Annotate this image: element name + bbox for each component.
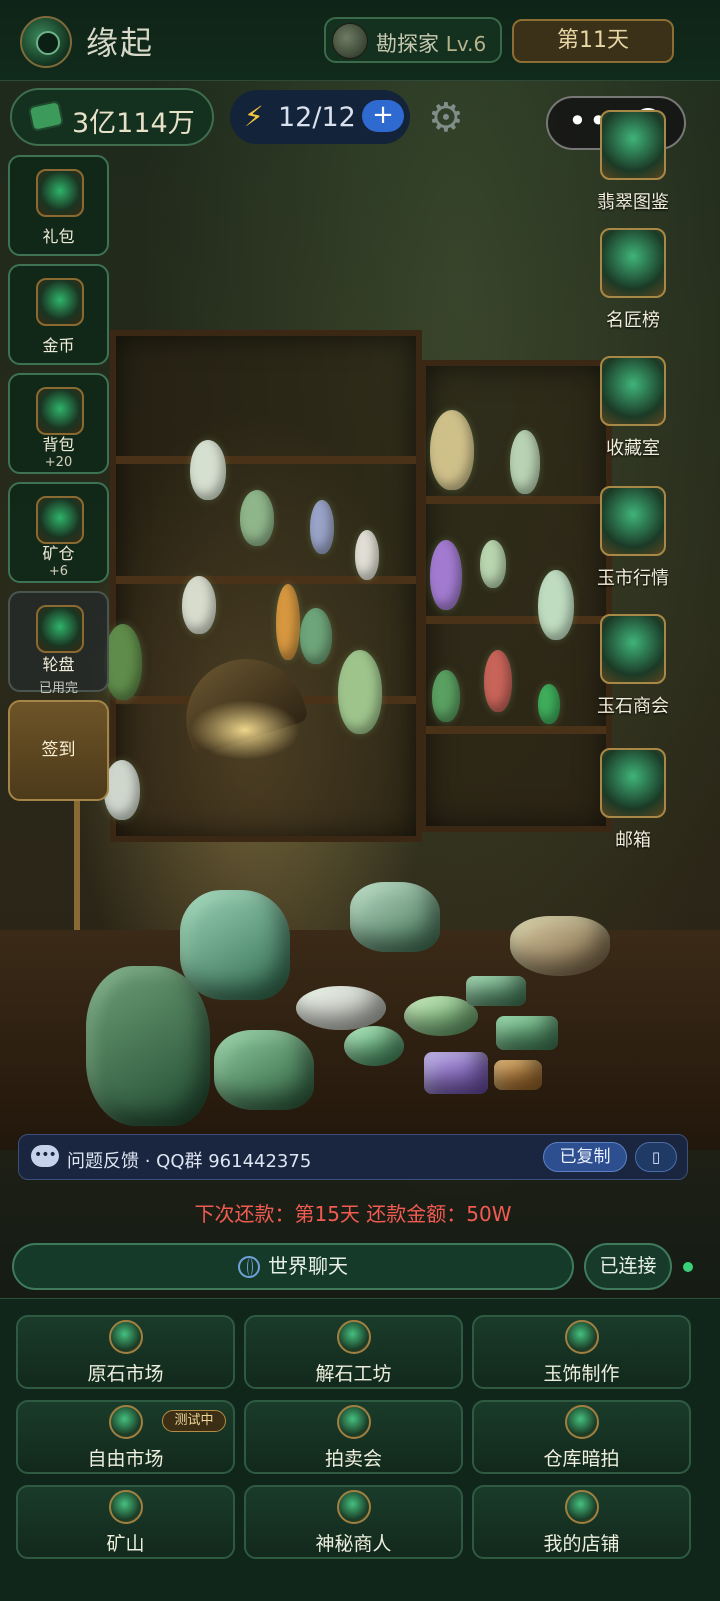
roulette-status: 已用完 [38, 681, 78, 696]
energy-amount: 12/12 [278, 102, 356, 133]
backpack-count: +20 [44, 455, 73, 470]
grid-label: 原石市场 [87, 1363, 164, 1385]
rank-medal-icon [332, 23, 368, 59]
day-counter[interactable]: 第11天 [512, 19, 674, 63]
backpack-icon [36, 387, 84, 435]
mine-cart-icon [109, 1490, 143, 1524]
money-amount: 3亿114万 [72, 108, 195, 139]
cutting-saw-icon [337, 1320, 371, 1354]
right-menu-label: 玉石商会 [597, 696, 669, 717]
sign-in-button[interactable]: 签到 [8, 700, 109, 801]
world-chat-label: 世界聊天 [268, 1254, 348, 1278]
online-indicator-icon [683, 1262, 693, 1272]
left-menu-backpack[interactable]: 背包 +20 [8, 373, 109, 474]
grid-mysterious-merchant[interactable]: 神秘商人 [244, 1485, 463, 1559]
right-menu-jade-guild[interactable]: 玉石商会 [578, 614, 688, 718]
grid-label: 解石工坊 [315, 1363, 392, 1385]
grid-mine[interactable]: 矿山 [16, 1485, 235, 1559]
rough-stone-icon [109, 1320, 143, 1354]
globe-icon [238, 1255, 260, 1278]
treasure-chest-icon [36, 169, 84, 217]
auction-gavel-icon [337, 1405, 371, 1439]
left-menu-gift-pack[interactable]: 礼包 [8, 155, 109, 256]
world-chat-button[interactable]: 世界聊天 [12, 1243, 574, 1290]
left-menu-label: 背包 [42, 435, 75, 454]
grid-my-shop[interactable]: 我的店铺 [472, 1485, 691, 1559]
grid-auction[interactable]: 拍卖会 [244, 1400, 463, 1474]
grid-label: 我的店铺 [543, 1533, 620, 1555]
grid-free-market[interactable]: 测试中 自由市场 [16, 1400, 235, 1474]
market-stall-icon [109, 1405, 143, 1439]
player-avatar[interactable] [20, 16, 72, 68]
repayment-notice: 下次还款：第15天 还款金额：50W [194, 1202, 512, 1226]
left-menu-ore-storage[interactable]: 矿仓 +6 [8, 482, 109, 583]
right-menu-collection-room[interactable]: 收藏室 [578, 356, 688, 460]
rank-badge[interactable]: 勘探家 Lv.6 [324, 17, 502, 63]
right-menu-market-trends[interactable]: 玉市行情 [578, 486, 688, 590]
right-menu-label: 邮箱 [615, 830, 651, 851]
jade-rock [180, 890, 290, 1000]
testing-badge: 测试中 [162, 1410, 226, 1432]
gold-coin-icon [36, 278, 84, 326]
grid-label: 自由市场 [87, 1448, 164, 1470]
trophy-icon [600, 228, 666, 298]
grid-jewelry-crafting[interactable]: 玉饰制作 [472, 1315, 691, 1389]
grid-label: 矿山 [106, 1533, 145, 1555]
left-menu-label: 金币 [42, 336, 75, 355]
game-title: 缘起 [86, 24, 155, 62]
copy-icon[interactable]: ▯ [635, 1142, 677, 1172]
dragon-pendant-icon [600, 614, 666, 684]
feedback-text: 问题反馈 · QQ群 961442375 [67, 1151, 312, 1172]
chat-bubble-icon [31, 1145, 59, 1167]
grid-label: 神秘商人 [315, 1533, 392, 1555]
bottom-function-panel: 原石市场 解石工坊 玉饰制作 测试中 自由市场 拍卖会 仓库暗拍 矿山 神秘商人… [0, 1298, 720, 1601]
left-menu-gold-coins[interactable]: 金币 [8, 264, 109, 365]
cash-icon [30, 102, 62, 130]
rank-label: 勘探家 Lv.6 [376, 28, 486, 58]
left-menu-roulette[interactable]: 轮盘 已用完 [8, 591, 109, 696]
left-menu-label: 轮盘 [42, 655, 75, 674]
left-menu-label: 礼包 [42, 227, 75, 246]
shop-icon [565, 1490, 599, 1524]
copied-button[interactable]: 已复制 [543, 1142, 627, 1172]
top-bar: 缘起 勘探家 Lv.6 第11天 [0, 0, 720, 81]
right-menu-label: 翡翠图鉴 [597, 192, 669, 213]
right-menu-mailbox[interactable]: 邮箱 [578, 748, 688, 852]
grid-label: 玉饰制作 [543, 1363, 620, 1385]
feedback-bar: 问题反馈 · QQ群 961442375 已复制 ▯ [18, 1134, 688, 1180]
right-menu-label: 玉市行情 [597, 568, 669, 589]
grid-rough-stone-market[interactable]: 原石市场 [16, 1315, 235, 1389]
ore-chest-icon [36, 496, 84, 544]
merchant-icon [337, 1490, 371, 1524]
grid-label: 仓库暗拍 [543, 1448, 620, 1470]
right-menu-master-ranking[interactable]: 名匠榜 [578, 228, 688, 332]
grid-stone-cutting-workshop[interactable]: 解石工坊 [244, 1315, 463, 1389]
display-case-icon [600, 356, 666, 426]
warehouse-icon [565, 1405, 599, 1439]
add-energy-button[interactable]: + [362, 100, 404, 132]
right-menu-label: 名匠榜 [606, 310, 660, 331]
money-display[interactable]: 3亿114万 [10, 88, 214, 146]
connection-status-button[interactable]: 已连接 [584, 1243, 672, 1290]
settings-gear-icon[interactable]: ⚙ [428, 96, 464, 140]
lightning-icon: ⚡ [244, 100, 264, 133]
roulette-wheel-icon [36, 605, 84, 653]
grid-label: 拍卖会 [324, 1448, 382, 1470]
right-menu-jade-catalog[interactable]: 翡翠图鉴 [578, 110, 688, 214]
mail-envelope-icon [600, 748, 666, 818]
left-menu-label: 矿仓 [42, 544, 75, 563]
book-icon [600, 110, 666, 180]
market-chart-icon [600, 486, 666, 556]
rank-level: Lv.6 [445, 32, 487, 56]
grid-warehouse-blind-auction[interactable]: 仓库暗拍 [472, 1400, 691, 1474]
ore-storage-count: +6 [48, 564, 69, 579]
rank-name: 勘探家 [376, 32, 439, 56]
display-shelf-left [110, 330, 422, 842]
right-menu-label: 收藏室 [606, 438, 660, 459]
jade-ornament-icon [565, 1320, 599, 1354]
